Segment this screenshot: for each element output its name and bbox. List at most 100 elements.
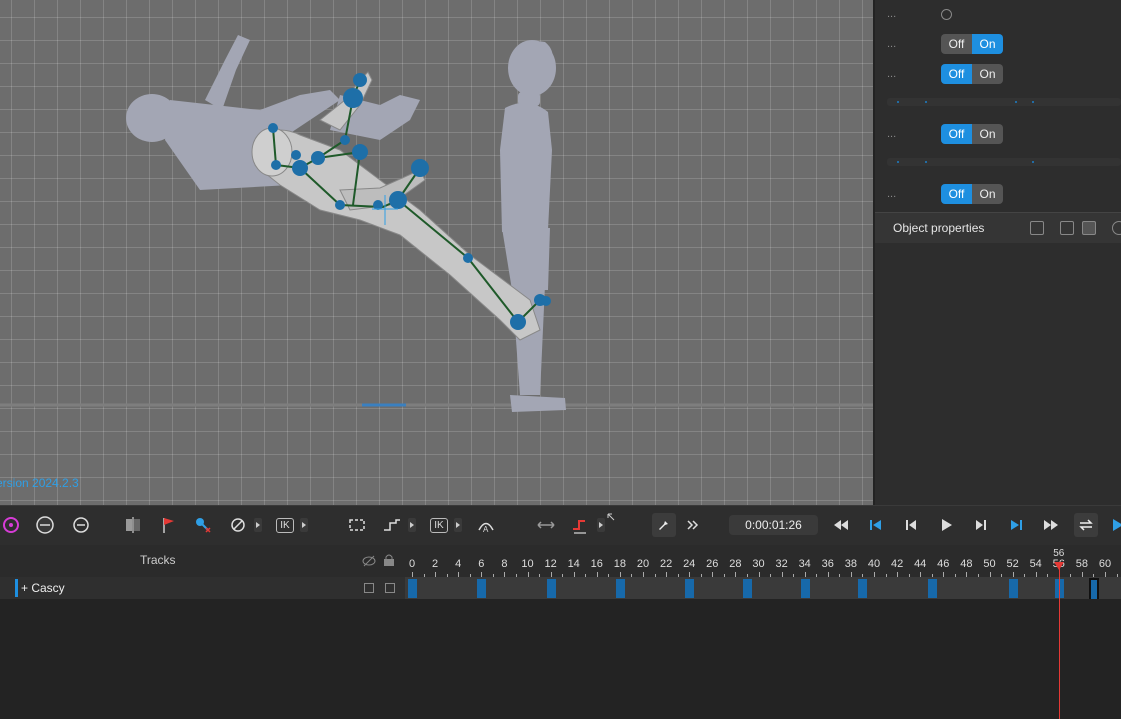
track-color-bar — [15, 579, 18, 597]
toggle-off[interactable]: Off — [941, 64, 972, 84]
ruler-tick-label: 32 — [775, 558, 788, 570]
ruler-tick-label: 48 — [960, 558, 973, 570]
slider-track[interactable] — [887, 158, 1121, 166]
off-on-toggle[interactable]: Off On — [941, 64, 1003, 84]
toggle-off[interactable]: Off — [941, 34, 972, 54]
hide-eye-icon[interactable] — [362, 554, 376, 572]
pin-icon[interactable] — [652, 513, 676, 537]
playhead[interactable] — [1058, 562, 1060, 719]
go-to-end-icon[interactable] — [1005, 514, 1027, 536]
ik-button[interactable]: IK — [274, 514, 296, 536]
ruler-tick-label: 6 — [478, 558, 485, 570]
keyframe[interactable] — [1008, 579, 1018, 598]
dropdown-caret[interactable] — [454, 518, 462, 532]
current-frame-label: 56 — [1053, 548, 1065, 559]
ruler-tick-label: 4 — [455, 558, 462, 570]
timeline-ruler[interactable]: 0 2 4 6 8 10 12 14 16 18 20 22 24 26 28 30 32 34 36 38 40 42 4… — [405, 545, 1121, 577]
ik-label: IK — [276, 517, 294, 533]
property-label: ... — [887, 128, 897, 140]
panel-split-icon[interactable] — [1060, 221, 1074, 235]
ruler-tick-label: 10 — [521, 558, 534, 570]
fast-forward-icon[interactable] — [1040, 514, 1062, 536]
ruler-tick-label: 38 — [844, 558, 858, 570]
eye-icon[interactable] — [1112, 221, 1121, 235]
disable-icon[interactable] — [227, 514, 249, 536]
flag-icon[interactable] — [158, 514, 180, 536]
ik-button-2[interactable]: IK — [428, 514, 450, 536]
reset-orbit-icon[interactable] — [70, 514, 92, 536]
go-to-start-icon[interactable] — [865, 514, 887, 536]
ruler-tick-label: 16 — [590, 558, 603, 570]
rotate-target-icon[interactable] — [0, 514, 22, 536]
dropdown-caret[interactable] — [254, 518, 262, 532]
key-delete-icon[interactable] — [192, 514, 214, 536]
expand-icon[interactable] — [535, 514, 557, 536]
auto-key-icon[interactable]: A — [475, 514, 497, 536]
play-icon[interactable] — [935, 514, 957, 536]
slider-track[interactable] — [887, 98, 1121, 106]
keyframe[interactable] — [742, 579, 752, 598]
keyframe[interactable] — [615, 579, 625, 598]
lock-icon[interactable] — [383, 553, 395, 572]
toggle-on[interactable]: On — [972, 124, 1003, 144]
orbit-icon[interactable] — [34, 514, 56, 536]
3d-viewport[interactable]: ersion 2024.2.3 — [0, 0, 873, 505]
panel-window-icon[interactable] — [1030, 221, 1044, 235]
rewind-icon[interactable] — [830, 514, 852, 536]
keyframe[interactable] — [546, 579, 556, 598]
previous-frame-icon[interactable] — [900, 514, 922, 536]
time-display[interactable]: 0:00:01:26 — [729, 515, 818, 535]
dropdown-caret[interactable] — [300, 518, 308, 532]
property-label: ... — [887, 38, 897, 50]
keyframe[interactable] — [477, 579, 487, 598]
keyframe[interactable] — [408, 579, 417, 598]
off-on-toggle[interactable]: Off On — [941, 124, 1003, 144]
visibility-checkbox[interactable] — [364, 583, 374, 593]
property-label: ... — [887, 8, 897, 20]
ruler-tick-label: 18 — [613, 558, 627, 570]
toolbar: IK IK A 0:00:01:26 — [0, 505, 1121, 546]
object-properties-title: Object properties — [893, 221, 985, 235]
play-blue-icon[interactable] — [1108, 514, 1121, 536]
panel-list-icon[interactable] — [1082, 221, 1096, 235]
ruler-tick-label: 40 — [867, 558, 881, 570]
toggle-on[interactable]: On — [972, 64, 1003, 84]
toggle-off[interactable]: Off — [941, 124, 972, 144]
toggle-off[interactable]: Off — [941, 184, 972, 204]
svg-text:A: A — [483, 525, 489, 534]
keyframe[interactable] — [685, 579, 695, 598]
motion-path-icon[interactable] — [569, 514, 591, 536]
toggle-on[interactable]: On — [972, 184, 1003, 204]
loop-icon[interactable] — [1074, 513, 1098, 537]
frame-select-icon[interactable] — [346, 514, 368, 536]
off-on-toggle[interactable]: Off On — [941, 34, 1003, 54]
right-panel: ... ... Off On ... Off On ... Off On ...… — [875, 0, 1121, 505]
next-frame-icon[interactable] — [970, 514, 992, 536]
ruler-tick-label: 22 — [659, 558, 673, 570]
ik-label: IK — [430, 517, 448, 533]
keyframe[interactable] — [927, 579, 937, 598]
step-curve-icon[interactable] — [381, 514, 403, 536]
off-on-toggle[interactable]: Off On — [941, 184, 1003, 204]
keyframe[interactable] — [1089, 578, 1100, 601]
scene-canvas[interactable] — [0, 0, 873, 505]
dropdown-caret[interactable] — [408, 518, 416, 532]
reference-silhouette-standing — [500, 40, 566, 412]
playhead-marker[interactable] — [1053, 562, 1064, 570]
radio-button[interactable] — [941, 9, 952, 20]
keyframe[interactable] — [800, 579, 810, 598]
timeline-track[interactable] — [405, 577, 1121, 601]
dropdown-caret[interactable] — [597, 518, 605, 532]
track-row[interactable]: + Cascy — [0, 577, 405, 599]
ruler-tick-label: 58 — [1075, 558, 1089, 570]
mirror-icon[interactable] — [122, 514, 144, 536]
object-properties-header: Object properties — [875, 212, 1121, 243]
track-name[interactable]: + Cascy — [21, 581, 65, 595]
resize-corner-icon[interactable] — [606, 512, 616, 522]
ruler-tick-label: 36 — [821, 558, 834, 570]
tracks-title: Tracks — [140, 553, 176, 567]
toggle-on[interactable]: On — [972, 34, 1003, 54]
keyframe[interactable] — [858, 579, 868, 598]
more-chevrons-icon[interactable] — [682, 514, 704, 536]
lock-checkbox[interactable] — [385, 583, 395, 593]
